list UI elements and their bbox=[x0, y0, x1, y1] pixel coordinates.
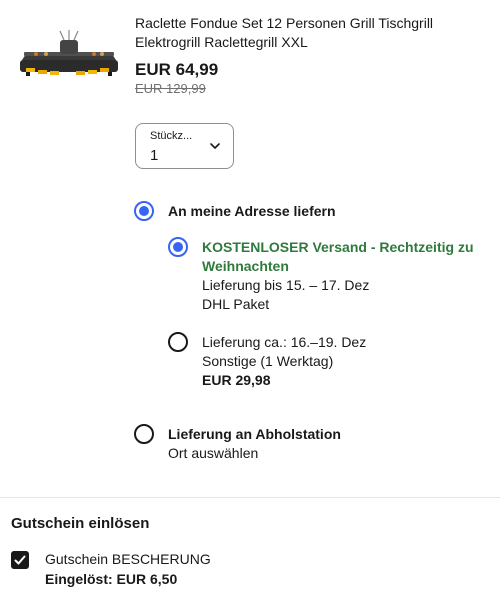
radio-shipping-free[interactable] bbox=[168, 237, 188, 257]
free-shipping-title: KOSTENLOSER Versand - Rechtzeitig zu Wei… bbox=[202, 239, 474, 274]
pickup-station-option[interactable]: Lieferung an Abholstation Ort auswählen bbox=[168, 425, 488, 463]
express-carrier: Sonstige (1 Werktag) bbox=[202, 353, 334, 369]
free-shipping-delivery-date: Lieferung bis 15. – 17. Dez bbox=[202, 277, 370, 293]
item-old-price: EUR 129,99 bbox=[135, 81, 206, 96]
quantity-value: 1 bbox=[150, 147, 159, 164]
shipping-option-express[interactable]: Lieferung ca.: 16.–19. Dez Sonstige (1 W… bbox=[202, 333, 492, 390]
voucher-checkbox[interactable] bbox=[11, 551, 29, 569]
item-title[interactable]: Raclette Fondue Set 12 Personen Grill Ti… bbox=[135, 14, 490, 52]
express-delivery-date: Lieferung ca.: 16.–19. Dez bbox=[202, 334, 367, 350]
pickup-station-sublabel: Ort auswählen bbox=[168, 445, 259, 461]
section-divider bbox=[0, 497, 500, 498]
free-shipping-carrier: DHL Paket bbox=[202, 296, 270, 312]
voucher-applied-amount: Eingelöst: EUR 6,50 bbox=[45, 571, 178, 587]
quantity-label: Stückz... bbox=[150, 130, 193, 142]
voucher-section-title: Gutschein einlösen bbox=[11, 515, 150, 532]
chevron-down-icon bbox=[210, 143, 220, 149]
voucher-name: Gutschein BESCHERUNG bbox=[45, 551, 211, 567]
deliver-to-address-label[interactable]: An meine Adresse liefern bbox=[168, 202, 336, 221]
radio-deliver-to-address[interactable] bbox=[134, 201, 154, 221]
checkmark-icon bbox=[14, 555, 26, 565]
express-price: EUR 29,98 bbox=[202, 372, 271, 388]
pickup-station-label: Lieferung an Abholstation bbox=[168, 426, 341, 442]
product-image[interactable] bbox=[16, 30, 122, 86]
quantity-select[interactable]: Stückz... 1 bbox=[135, 123, 234, 169]
radio-pickup-station[interactable] bbox=[134, 424, 154, 444]
cart-item: Raclette Fondue Set 12 Personen Grill Ti… bbox=[0, 0, 500, 480]
shipping-option-free[interactable]: KOSTENLOSER Versand - Rechtzeitig zu Wei… bbox=[202, 238, 492, 314]
item-price: EUR 64,99 bbox=[135, 60, 219, 79]
radio-shipping-express[interactable] bbox=[168, 332, 188, 352]
